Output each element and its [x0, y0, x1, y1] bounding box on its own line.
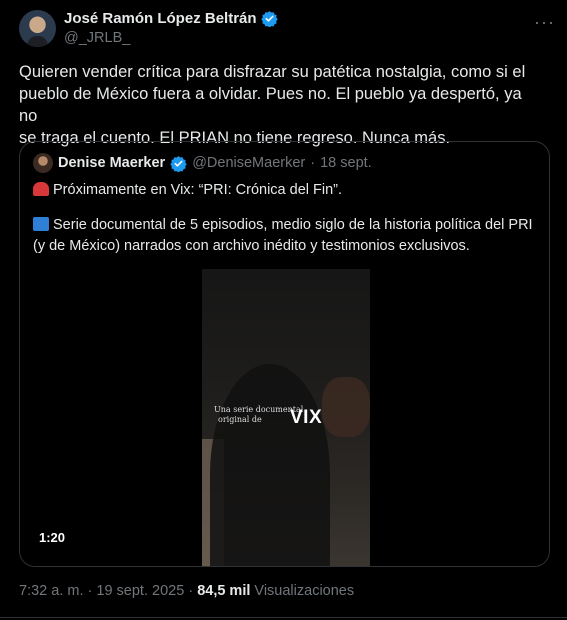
- more-options-icon[interactable]: ···: [534, 12, 555, 33]
- author-name-row: José Ramón López Beltrán: [64, 10, 278, 27]
- quoted-tweet-card[interactable]: Denise Maerker @DeniseMaerker · 18 sept.…: [19, 141, 550, 567]
- quoted-tweet-header: Denise Maerker @DeniseMaerker · 18 sept.: [33, 153, 372, 173]
- author-avatar[interactable]: [19, 10, 56, 47]
- tweet-date[interactable]: 19 sept. 2025: [96, 583, 184, 599]
- video-duration: 1:20: [39, 530, 66, 545]
- tweet-text: Quieren vender crítica para disfrazar su…: [19, 61, 539, 149]
- quoted-author-name[interactable]: Denise Maerker: [58, 155, 165, 171]
- tweet-time[interactable]: 7:32 a. m.: [19, 583, 83, 599]
- video-figure: [210, 364, 330, 566]
- divider: [0, 617, 567, 618]
- quoted-text-line-3: (y de México) narrados con archivo inédi…: [33, 236, 538, 256]
- quoted-text-line-1: Próximamente en Vix: “PRI: Crónica del F…: [33, 180, 538, 200]
- quoted-author-handle[interactable]: @DeniseMaerker: [192, 155, 305, 171]
- verified-badge-icon: [260, 11, 278, 27]
- verified-badge-icon: [170, 155, 187, 172]
- quoted-tweet-date[interactable]: 18 sept.: [320, 155, 372, 171]
- quoted-text: (y de México) narrados con archivo inédi…: [33, 238, 470, 254]
- meta-separator: ·: [87, 583, 93, 599]
- author-handle[interactable]: @_JRLB_: [64, 30, 130, 46]
- quoted-text: Serie documental de 5 episodios, medio s…: [53, 217, 533, 233]
- video-player[interactable]: Una serie documental original de VIX 1:2…: [20, 266, 549, 566]
- quoted-text-line-2: Serie documental de 5 episodios, medio s…: [33, 215, 538, 235]
- quoted-text: Próximamente en Vix: “PRI: Crónica del F…: [53, 182, 343, 198]
- tweet-text-line: Quieren vender crítica para disfrazar su…: [19, 63, 526, 81]
- video-frame[interactable]: Una serie documental original de VIX: [202, 269, 370, 566]
- quoted-author-avatar[interactable]: [33, 153, 53, 173]
- meta-separator: ·: [188, 583, 194, 599]
- vix-logo: VIX: [290, 407, 323, 428]
- tweet-text-line: pueblo de México fuera a olvidar. Pues n…: [19, 85, 522, 125]
- views-label: Visualizaciones: [254, 583, 355, 599]
- siren-emoji-icon: [33, 182, 49, 196]
- video-hand: [322, 377, 370, 437]
- tweet-header: José Ramón López Beltrán @_JRLB_ ···: [19, 10, 559, 50]
- tv-emoji-icon: [33, 217, 49, 231]
- author-name[interactable]: José Ramón López Beltrán: [64, 10, 257, 27]
- meta-separator: ·: [310, 155, 316, 171]
- view-count: 84,5 mil: [197, 583, 251, 599]
- tweet-footer: 7:32 a. m. · 19 sept. 2025 · 84,5 mil Vi…: [19, 583, 354, 599]
